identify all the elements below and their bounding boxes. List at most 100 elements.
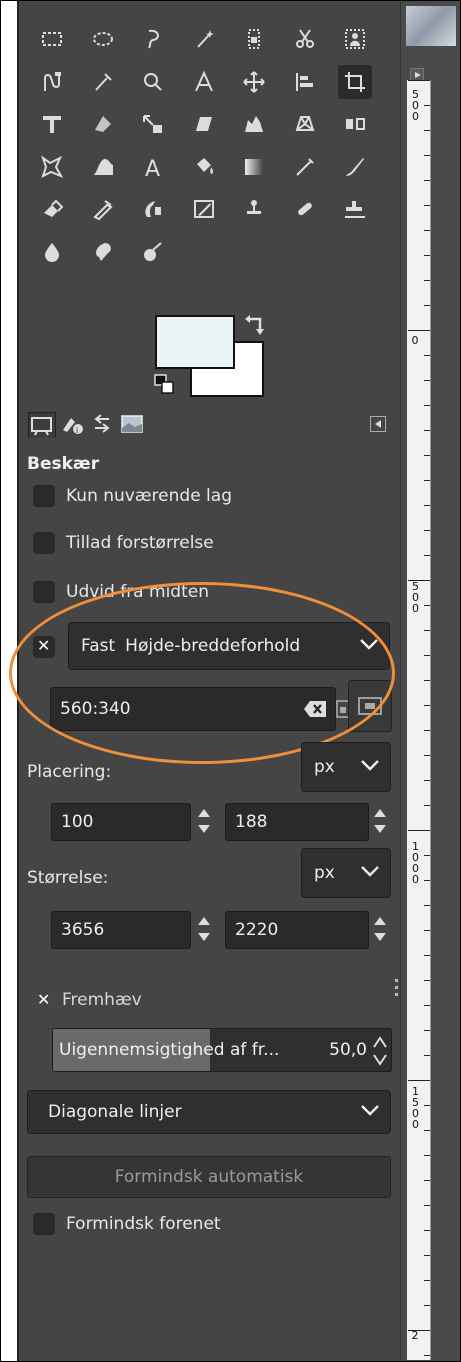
tool-button-perspective[interactable] bbox=[288, 107, 322, 141]
tool-button-scale[interactable] bbox=[136, 107, 170, 141]
size-width-stepper[interactable] bbox=[196, 911, 212, 947]
position-y-stepper[interactable] bbox=[372, 803, 388, 839]
tool-button-ink[interactable] bbox=[136, 192, 170, 226]
ruler-tick bbox=[424, 1230, 430, 1231]
ruler-tick bbox=[424, 505, 430, 506]
ellipse-select-icon bbox=[92, 32, 113, 46]
landscape-button[interactable] bbox=[348, 680, 392, 732]
image-tab-thumbnail[interactable] bbox=[406, 6, 456, 46]
tool-button-smudge[interactable] bbox=[86, 235, 120, 269]
tool-button-move[interactable] bbox=[237, 65, 271, 99]
swap-colors-icon[interactable] bbox=[243, 314, 267, 338]
tool-button-mypaint-brush[interactable] bbox=[187, 192, 221, 226]
size-width-value: 3656 bbox=[61, 920, 105, 940]
tool-button-align[interactable] bbox=[288, 65, 322, 99]
highlight-opacity-slider[interactable]: Uigennemsigtighed af fr... 50,0 bbox=[52, 1028, 392, 1072]
tool-button-gradient[interactable] bbox=[237, 150, 271, 184]
tab-images[interactable] bbox=[119, 412, 147, 438]
ruler-tick bbox=[424, 555, 430, 556]
aspect-ratio-input[interactable]: 560:340 bbox=[50, 687, 336, 731]
tool-button-bucket-fill[interactable] bbox=[187, 150, 221, 184]
expand-from-center-checkbox[interactable] bbox=[33, 581, 55, 603]
tool-button-crop[interactable] bbox=[338, 64, 372, 99]
size-height-stepper[interactable] bbox=[372, 911, 388, 947]
gradient-icon bbox=[245, 158, 263, 175]
panel-menu-button[interactable] bbox=[370, 416, 386, 432]
tool-button-fuzzy-select[interactable] bbox=[187, 22, 221, 56]
position-x-input[interactable]: 100 bbox=[51, 803, 191, 841]
position-x-value: 100 bbox=[61, 812, 94, 832]
clear-field-icon[interactable] bbox=[303, 700, 327, 718]
position-unit-dropdown[interactable]: px bbox=[301, 742, 391, 792]
tool-button-warp[interactable] bbox=[86, 150, 120, 184]
highlight-checkbox[interactable] bbox=[33, 990, 55, 1012]
tool-button-flip[interactable] bbox=[338, 107, 372, 141]
highlight-opacity-stepper[interactable] bbox=[372, 1034, 388, 1068]
ruler-tick bbox=[424, 955, 430, 956]
size-unit-dropdown[interactable]: px bbox=[301, 848, 391, 898]
fixed-mode-dropdown[interactable]: Fast Højde-breddeforhold bbox=[68, 622, 390, 670]
flip-icon bbox=[346, 118, 365, 130]
ruler-tick bbox=[424, 1280, 430, 1281]
tool-button-free-select[interactable] bbox=[136, 22, 170, 56]
tool-button-blur[interactable] bbox=[35, 235, 69, 269]
tool-button-rotate[interactable] bbox=[86, 107, 120, 141]
ruler-tick bbox=[424, 1130, 430, 1131]
airbrush-icon bbox=[92, 200, 113, 221]
tool-button-dodge-burn[interactable] bbox=[136, 235, 170, 269]
tool-button-clone[interactable] bbox=[237, 192, 271, 226]
ruler-tick bbox=[424, 780, 430, 781]
ruler-tick bbox=[408, 830, 430, 831]
warp-transform-icon bbox=[245, 116, 263, 132]
tab-device-status[interactable]: i bbox=[59, 412, 87, 438]
size-height-input[interactable]: 2220 bbox=[225, 911, 369, 949]
tool-button-paths[interactable] bbox=[35, 65, 69, 99]
ruler-label: 500 bbox=[409, 88, 422, 121]
tool-button-ellipse-select[interactable] bbox=[86, 22, 120, 56]
tool-button-eraser[interactable] bbox=[35, 192, 69, 226]
ruler-tick bbox=[424, 1180, 430, 1181]
current-layer-only-checkbox[interactable] bbox=[33, 485, 55, 507]
auto-shrink-button[interactable]: Formindsk automatisk bbox=[27, 1156, 391, 1198]
dock-resize-handle[interactable] bbox=[393, 975, 399, 1015]
tool-button-paintbrush[interactable] bbox=[338, 150, 372, 184]
tool-button-select-by-color[interactable] bbox=[237, 22, 271, 56]
tab-undo-history[interactable] bbox=[89, 412, 117, 438]
fixed-mode-value: Højde-breddeforhold bbox=[125, 636, 301, 656]
allow-growing-label: Tillad forstørrelse bbox=[66, 533, 214, 553]
foreground-color-swatch[interactable] bbox=[155, 315, 235, 369]
tool-button-text[interactable]: A bbox=[136, 150, 170, 184]
ruler-tick bbox=[424, 130, 430, 131]
fuzzy-select-icon bbox=[196, 30, 214, 48]
tool-button-pencil[interactable] bbox=[288, 150, 322, 184]
tool-button-warp-transform[interactable] bbox=[237, 107, 271, 141]
tool-button-airbrush[interactable] bbox=[86, 192, 120, 226]
clone-icon bbox=[247, 200, 261, 214]
position-x-stepper[interactable] bbox=[196, 803, 212, 839]
tool-button-cage-transform[interactable] bbox=[35, 150, 69, 184]
default-colors-icon[interactable] bbox=[154, 374, 178, 396]
tool-button-foreground-select[interactable] bbox=[338, 22, 372, 56]
tool-button-heal[interactable] bbox=[288, 192, 322, 226]
position-y-input[interactable]: 188 bbox=[225, 803, 369, 841]
shrink-merged-checkbox[interactable] bbox=[33, 1213, 55, 1235]
paintbrush-icon bbox=[346, 157, 364, 176]
ruler-tick bbox=[424, 730, 430, 731]
allow-growing-checkbox[interactable] bbox=[33, 532, 55, 554]
images-tab-icon bbox=[121, 415, 143, 433]
tool-button-zoom[interactable] bbox=[136, 65, 170, 99]
ruler-tick bbox=[424, 355, 430, 356]
tool-button-measure[interactable] bbox=[187, 65, 221, 99]
size-width-input[interactable]: 3656 bbox=[51, 911, 191, 949]
fixed-checkbox[interactable] bbox=[33, 636, 55, 658]
tool-button-unified-transform[interactable] bbox=[35, 107, 69, 141]
tool-button-rect-select[interactable] bbox=[35, 22, 69, 56]
tool-button-shear[interactable] bbox=[187, 107, 221, 141]
tool-button-color-picker[interactable] bbox=[86, 65, 120, 99]
guides-dropdown[interactable]: Diagonale linjer bbox=[27, 1090, 391, 1134]
vertical-ruler: 500 0 500 1000 1500 2 bbox=[407, 80, 431, 1360]
tool-button-perspective-clone[interactable] bbox=[338, 192, 372, 226]
tool-button-scissors-select[interactable] bbox=[288, 22, 322, 56]
ruler-label: 500 bbox=[409, 580, 422, 613]
tab-tool-options[interactable] bbox=[28, 412, 56, 438]
